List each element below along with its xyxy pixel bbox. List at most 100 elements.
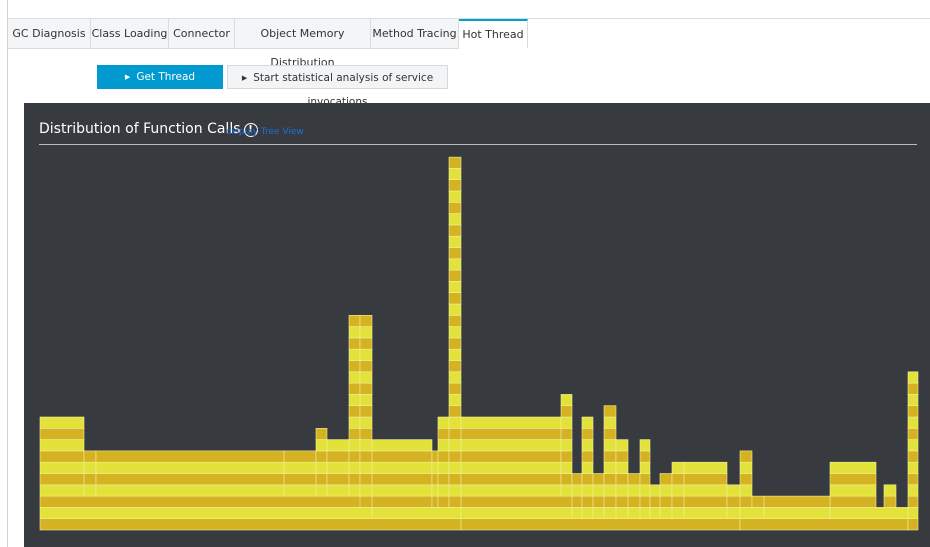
stack-frame-181[interactable]	[639, 495, 651, 508]
stack-frame-25[interactable]	[95, 473, 285, 486]
stack-frame-47[interactable]	[348, 439, 361, 452]
stack-frame-134[interactable]	[560, 473, 573, 486]
stack-frame-121[interactable]	[448, 202, 462, 214]
stack-frame-77[interactable]	[371, 484, 433, 497]
stack-frame-75[interactable]	[359, 314, 373, 327]
stack-frame-130[interactable]	[460, 439, 562, 452]
stack-frame-24[interactable]	[95, 484, 285, 497]
stack-frame-56[interactable]	[348, 337, 361, 350]
stack-frame-157[interactable]	[592, 484, 605, 497]
stack-frame-63[interactable]	[359, 450, 373, 463]
stack-frame-193[interactable]	[659, 473, 673, 486]
stack-frame-176[interactable]	[627, 507, 641, 519]
stack-frame-125[interactable]	[448, 156, 462, 169]
stack-frame-185[interactable]	[639, 450, 651, 463]
stack-frame-33[interactable]	[315, 473, 328, 486]
stack-frame-204[interactable]	[726, 507, 741, 519]
stack-frame-41[interactable]	[326, 450, 350, 463]
stack-frame-12[interactable]	[829, 495, 877, 508]
stack-frame-16[interactable]	[39, 450, 85, 463]
stack-frame-175[interactable]	[615, 439, 629, 452]
stack-frame-14[interactable]	[39, 473, 85, 486]
stack-frame-68[interactable]	[359, 394, 373, 406]
stack-frame-151[interactable]	[581, 450, 594, 463]
stack-frame-155[interactable]	[592, 507, 605, 519]
stack-frame-61[interactable]	[359, 473, 373, 486]
stack-frame-201[interactable]	[683, 484, 728, 497]
stack-frame-59[interactable]	[359, 495, 373, 508]
stack-frame-80[interactable]	[371, 450, 433, 463]
stack-frame-167[interactable]	[603, 416, 617, 429]
stack-frame-81[interactable]	[371, 439, 433, 452]
stack-frame-98[interactable]	[448, 461, 462, 474]
stack-frame-156[interactable]	[592, 495, 605, 508]
stack-frame-227[interactable]	[907, 427, 919, 440]
stack-frame-228[interactable]	[907, 416, 919, 429]
stack-frame-82[interactable]	[431, 495, 439, 508]
stack-frame-147[interactable]	[581, 495, 594, 508]
stack-frame-229[interactable]	[907, 405, 919, 418]
stack-frame-30[interactable]	[283, 461, 317, 474]
stack-frame-133[interactable]	[560, 484, 573, 497]
stack-frame-23[interactable]	[83, 450, 97, 463]
stack-frame-219[interactable]	[907, 518, 919, 531]
stack-frame-50[interactable]	[348, 405, 361, 418]
stack-frame-182[interactable]	[639, 484, 651, 497]
stack-frame-52[interactable]	[348, 382, 361, 395]
stack-frame-141[interactable]	[560, 394, 573, 406]
stack-frame-84[interactable]	[431, 473, 439, 486]
stack-frame-113[interactable]	[448, 292, 462, 305]
stack-frame-69[interactable]	[359, 382, 373, 395]
stack-frame-26[interactable]	[95, 461, 285, 474]
stack-frame-74[interactable]	[359, 326, 373, 339]
stack-frame-44[interactable]	[348, 473, 361, 486]
stack-frame-29[interactable]	[283, 473, 317, 486]
stack-frame-162[interactable]	[603, 473, 617, 486]
stack-frame-37[interactable]	[315, 427, 328, 440]
stack-frame-6[interactable]	[739, 507, 765, 519]
stack-frame-216[interactable]	[829, 461, 877, 474]
stack-frame-205[interactable]	[726, 495, 741, 508]
stack-frame-179[interactable]	[627, 473, 641, 486]
stack-frame-165[interactable]	[603, 439, 617, 452]
stack-frame-118[interactable]	[448, 235, 462, 248]
stack-frame-83[interactable]	[431, 484, 439, 497]
stack-frame-231[interactable]	[907, 382, 919, 395]
stack-frame-85[interactable]	[431, 461, 439, 474]
stack-frame-119[interactable]	[448, 224, 462, 237]
stack-frame-150[interactable]	[581, 461, 594, 474]
stack-frame-173[interactable]	[615, 461, 629, 474]
stack-frame-57[interactable]	[348, 326, 361, 339]
stack-frame-208[interactable]	[739, 484, 753, 497]
stack-frame-86[interactable]	[431, 450, 439, 463]
stack-frame-196[interactable]	[671, 484, 685, 497]
stack-frame-191[interactable]	[659, 495, 673, 508]
stack-frame-222[interactable]	[907, 484, 919, 497]
stack-frame-28[interactable]	[283, 484, 317, 497]
stack-frame-189[interactable]	[649, 484, 661, 497]
stack-frame-129[interactable]	[460, 450, 562, 463]
stack-frame-102[interactable]	[448, 416, 462, 429]
stack-frame-2[interactable]	[739, 518, 909, 531]
stack-frame-103[interactable]	[448, 405, 462, 418]
stack-frame-180[interactable]	[639, 507, 651, 519]
stack-frame-48[interactable]	[348, 427, 361, 440]
stack-frame-220[interactable]	[907, 507, 919, 519]
stack-frame-142[interactable]	[571, 507, 583, 519]
stack-frame-226[interactable]	[907, 439, 919, 452]
stack-frame-3[interactable]	[39, 507, 373, 519]
stack-frame-178[interactable]	[627, 484, 641, 497]
stack-frame-87[interactable]	[437, 495, 450, 508]
stack-frame-218[interactable]	[883, 484, 897, 497]
stack-frame-11[interactable]	[460, 495, 573, 508]
stack-frame-51[interactable]	[348, 394, 361, 406]
stack-frame-54[interactable]	[348, 360, 361, 373]
stack-frame-183[interactable]	[639, 473, 651, 486]
stack-frame-214[interactable]	[829, 484, 877, 497]
stack-frame-131[interactable]	[460, 427, 562, 440]
stack-frame-177[interactable]	[627, 495, 641, 508]
stack-frame-146[interactable]	[581, 507, 594, 519]
stack-frame-215[interactable]	[829, 473, 877, 486]
stack-frame-8[interactable]	[829, 507, 909, 519]
stack-frame-27[interactable]	[95, 450, 285, 463]
